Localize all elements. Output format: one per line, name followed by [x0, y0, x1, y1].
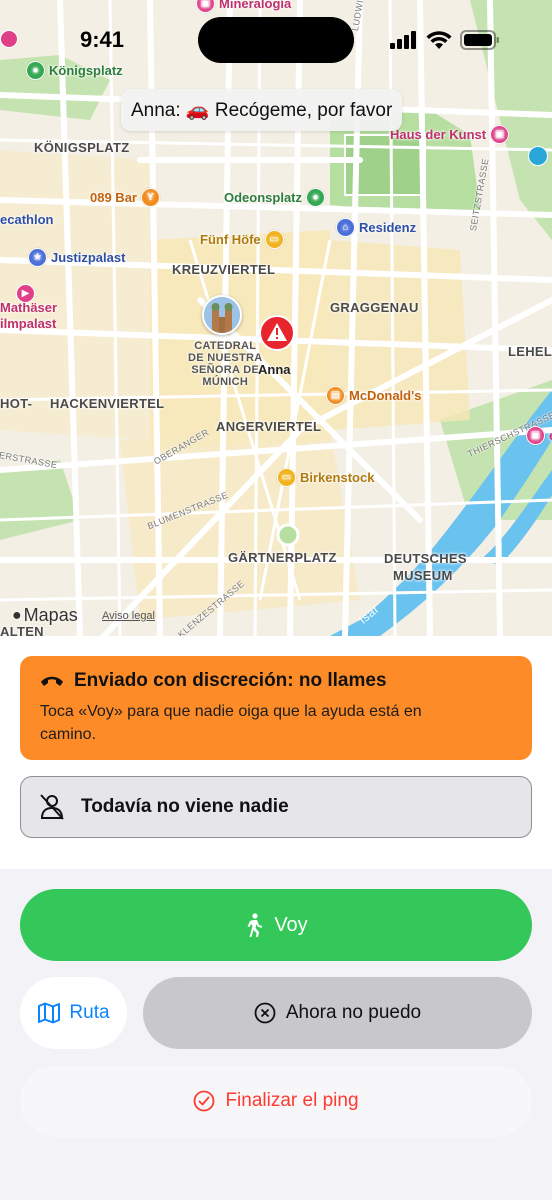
- map-view[interactable]: KÖNIGSPLATZ KREUZVIERTEL GRAGGENAU LEHEL…: [0, 0, 552, 636]
- alert-pin[interactable]: [258, 314, 296, 352]
- district-label: HOT-: [0, 396, 33, 411]
- walking-person-icon: [247, 913, 263, 937]
- user-pin-label: Anna: [258, 362, 291, 377]
- district-label: HACKENVIERTEL: [50, 396, 165, 411]
- district-label: KREUZVIERTEL: [172, 262, 276, 277]
- district-label: KÖNIGSPLATZ: [34, 140, 130, 155]
- cellular-signal-icon: [390, 31, 416, 49]
- warning-title: Enviado con discreción: no llames: [74, 670, 387, 691]
- district-label: MUSEUM: [393, 568, 453, 583]
- poi-mcdonalds[interactable]: ▤ McDonald's: [326, 386, 421, 405]
- landmark-star-icon: ★: [28, 248, 47, 267]
- landmark-icon: ⌂: [336, 218, 355, 237]
- district-label: ANGERVIERTEL: [216, 419, 322, 434]
- apple-icon: ●: [12, 606, 22, 624]
- cathedral-thumbnail[interactable]: [202, 295, 242, 335]
- ping-banner: Anna: 🚗 Recógeme, por favor: [121, 89, 403, 131]
- transit-icon: ●: [306, 188, 326, 207]
- checkmark-circle-icon: [194, 1090, 215, 1112]
- museum-icon: ▣: [490, 125, 510, 144]
- dynamic-island: [198, 17, 354, 63]
- district-label: DEUTSCHES: [384, 551, 467, 566]
- status-time: 9:41: [80, 27, 125, 52]
- poi-edge[interactable]: ▣ ela: [526, 426, 552, 445]
- x-circle-icon: [254, 1002, 276, 1024]
- end-ping-label: Finalizar el ping: [225, 1090, 359, 1111]
- poi-decathlon[interactable]: ecathlon: [0, 212, 53, 227]
- discreet-warning-card: Enviado con discreción: no llames Toca «…: [20, 656, 532, 760]
- person-slash-icon: [40, 794, 64, 820]
- wifi-icon: [426, 31, 452, 49]
- nobody-coming-card: Todavía no viene nadie: [20, 776, 532, 838]
- ruta-button[interactable]: Ruta: [20, 977, 127, 1049]
- poi-funf-hofe[interactable]: Fünf Höfe ▭: [200, 230, 284, 249]
- battery-icon: [460, 30, 499, 50]
- ruta-label: Ruta: [69, 1002, 110, 1023]
- nobody-coming-label: Todavía no viene nadie: [81, 796, 289, 817]
- cathedral-label: CATEDRAL DE NUESTRA SEÑORA DE MÚNICH: [188, 340, 263, 388]
- cant-now-label: Ahora no puedo: [285, 1002, 422, 1023]
- poi-residenz[interactable]: ⌂ Residenz: [336, 218, 416, 237]
- phone-hangup-icon: [41, 676, 63, 686]
- poi-birkenstock[interactable]: ▭ Birkenstock: [277, 468, 374, 487]
- shopping-icon: ▭: [264, 230, 284, 249]
- cant-now-button[interactable]: Ahora no puedo: [143, 977, 532, 1049]
- poi-089-bar[interactable]: 089 Bar Y: [90, 188, 160, 207]
- maps-logo: ● Mapas: [12, 605, 78, 625]
- cinema-icon: ▶: [16, 284, 35, 303]
- info-sheet: Enviado con discreción: no llames Toca «…: [0, 636, 552, 869]
- swimming-icon: [528, 146, 548, 166]
- warning-icon: [259, 315, 295, 351]
- poi-odeonsplatz[interactable]: Odeonsplatz ●: [224, 188, 326, 207]
- status-icons: [390, 30, 500, 50]
- shopping-icon: ▭: [277, 468, 296, 487]
- warning-body: Toca «Voy» para que nadie oiga que la ay…: [40, 703, 422, 743]
- action-area: Voy Ruta Ahora no puedo Finalizar el pin…: [0, 869, 552, 1200]
- poi-mathaser[interactable]: Mathäser ilmpalast: [0, 300, 57, 332]
- end-ping-button[interactable]: Finalizar el ping: [20, 1065, 532, 1137]
- church-icon: [204, 297, 240, 333]
- voy-button[interactable]: Voy: [20, 889, 532, 961]
- legal-link[interactable]: Aviso legal: [102, 610, 155, 622]
- poi-haus-der-kunst[interactable]: Haus der Kunst ▣: [390, 125, 510, 144]
- voy-label: Voy: [274, 913, 308, 936]
- restaurant-icon: ▤: [326, 386, 345, 405]
- district-label: GÄRTNERPLATZ: [228, 550, 337, 565]
- district-label: LEHEL: [508, 344, 552, 359]
- museum-icon: ▣: [526, 426, 545, 445]
- map-icon: [38, 1002, 61, 1024]
- district-label: GRAGGENAU: [330, 300, 419, 315]
- poi-justizpalast[interactable]: ★ Justizpalast: [28, 248, 125, 267]
- status-bar: 9:41: [0, 0, 552, 80]
- cocktail-icon: Y: [140, 188, 160, 207]
